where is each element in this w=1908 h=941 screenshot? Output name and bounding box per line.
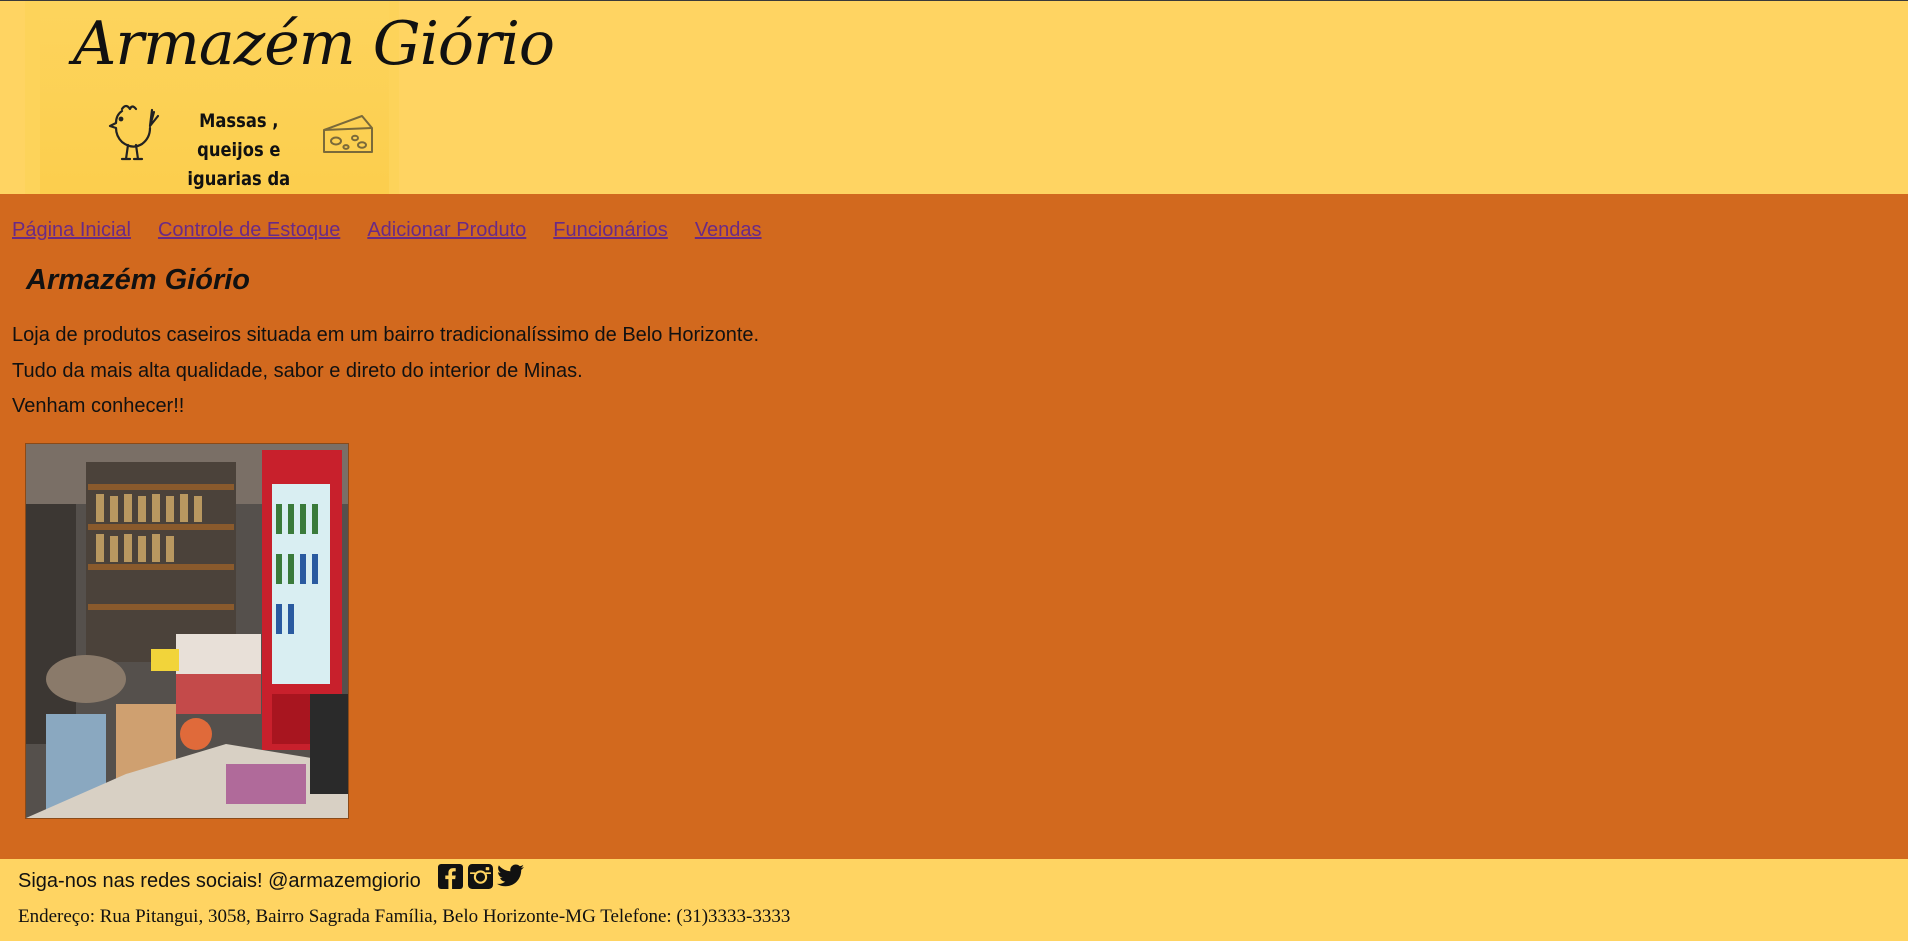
page-title: Armazém Giório (26, 264, 250, 296)
nav-link-controle-estoque[interactable]: Controle de Estoque (158, 219, 340, 241)
description-line-3: Venham conhecer!! (12, 395, 185, 417)
cheese-icon (323, 115, 373, 153)
site-footer: Siga-nos nas redes sociais! @armazemgior… (0, 859, 1908, 941)
main-content: Página Inicial Controle de Estoque Adicion… (0, 194, 1908, 859)
nav-link-adicionar-produto[interactable]: Adicionar Produto (367, 219, 526, 241)
store-photo-illustration (26, 444, 348, 818)
instagram-icon[interactable] (468, 864, 493, 889)
logo-tagline-line1: Massas , queijos e (197, 110, 281, 161)
description-line-2: Tudo da mais alta qualidade, sabor e dir… (12, 360, 583, 382)
nav-link-pagina-inicial[interactable]: Página Inicial (12, 219, 131, 241)
store-photo (25, 443, 349, 819)
main-nav: Página Inicial Controle de Estoque Adicion… (12, 219, 789, 243)
social-follow-text: Siga-nos nas redes sociais! @armazemgior… (18, 870, 421, 892)
description-line-1: Loja de produtos caseiros situada em um … (12, 324, 760, 346)
store-address: Endereço: Rua Pitangui, 3058, Bairro Sag… (18, 906, 791, 927)
facebook-icon[interactable] (438, 864, 463, 889)
store-logo[interactable]: Armazém Giório Massas , queijos e iguari… (25, 1, 555, 219)
nav-link-funcionarios[interactable]: Funcionários (553, 219, 668, 241)
rooster-icon (108, 104, 160, 161)
nav-link-vendas[interactable]: Vendas (695, 219, 762, 241)
site-header: Armazém Giório Massas , queijos e iguari… (0, 1, 1908, 219)
logo-script-text: Armazém Giório (73, 9, 555, 79)
twitter-icon[interactable] (497, 864, 524, 889)
